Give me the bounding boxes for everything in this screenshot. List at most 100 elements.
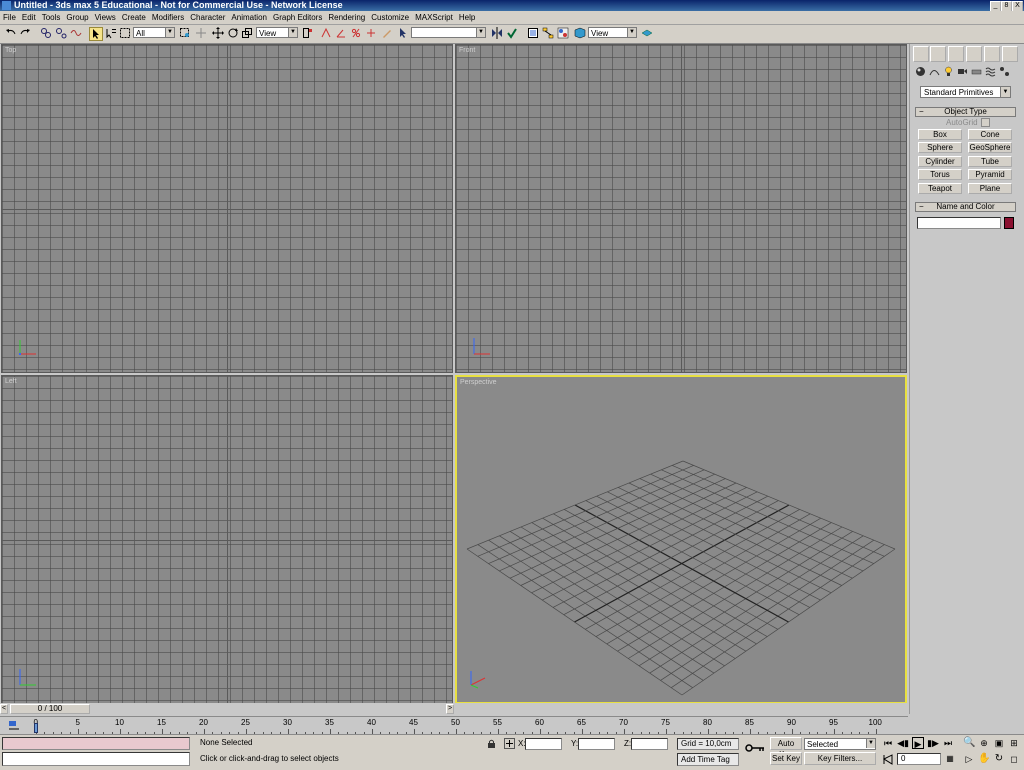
timeline-ruler[interactable]: 0510152025303540455055606570758085909510… [34, 717, 882, 735]
cameras-icon[interactable] [957, 66, 968, 77]
menu-rendering[interactable]: Rendering [325, 11, 368, 24]
current-frame-input[interactable]: 0 [897, 753, 941, 765]
menu-views[interactable]: Views [92, 11, 119, 24]
set-key-button[interactable]: Set Key [770, 752, 802, 765]
object-category-dropdown[interactable]: Standard Primitives ▼ [920, 86, 1011, 98]
maxscript-listener-pink[interactable] [2, 737, 190, 750]
menu-customize[interactable]: Customize [368, 11, 412, 24]
material-editor-icon[interactable] [557, 27, 569, 39]
quick-render-icon[interactable] [641, 27, 653, 39]
cylinder-button[interactable]: Cylinder [918, 156, 962, 167]
select-object-icon[interactable] [89, 27, 103, 41]
select-link-icon[interactable] [40, 27, 52, 39]
window-crossing-icon[interactable] [179, 27, 191, 39]
pan-icon[interactable]: ✋ [978, 753, 990, 765]
hierarchy-tab-icon[interactable] [948, 46, 964, 62]
teapot-button[interactable]: Teapot [918, 183, 962, 194]
pivot-center-icon[interactable] [302, 27, 314, 39]
next-frame-icon[interactable]: ▮▶ [927, 737, 939, 749]
lights-icon[interactable] [943, 66, 954, 77]
rectangular-selection-icon[interactable] [119, 27, 131, 39]
render-type-dropdown[interactable]: View ▼ [588, 27, 637, 38]
time-slider-prev-icon[interactable]: < [0, 704, 8, 714]
object-type-rollout[interactable]: − Object Type [915, 107, 1016, 117]
scale-icon[interactable] [241, 27, 253, 39]
menu-character[interactable]: Character [187, 11, 228, 24]
name-and-color-rollout[interactable]: − Name and Color [915, 202, 1016, 212]
spinner-snap-icon[interactable] [365, 27, 377, 39]
front-viewport[interactable]: Front [455, 44, 907, 373]
maximize-viewport-icon[interactable]: ◻ [1008, 753, 1020, 765]
x-coord-input[interactable] [525, 738, 562, 750]
track-view-icon[interactable] [527, 27, 539, 39]
key-icon[interactable] [745, 743, 765, 753]
geosphere-button[interactable]: GeoSphere [968, 142, 1012, 153]
key-mode-toggle-icon[interactable] [882, 754, 894, 765]
menu-modifiers[interactable]: Modifiers [149, 11, 187, 24]
current-frame-marker[interactable] [34, 723, 38, 733]
menu-tools[interactable]: Tools [39, 11, 64, 24]
tube-button[interactable]: Tube [968, 156, 1012, 167]
helpers-icon[interactable] [971, 66, 982, 77]
unlink-icon[interactable] [55, 27, 67, 39]
torus-button[interactable]: Torus [918, 169, 962, 180]
motion-tab-icon[interactable] [966, 46, 982, 62]
menu-graph-editors[interactable]: Graph Editors [270, 11, 325, 24]
render-scene-icon[interactable] [574, 27, 586, 39]
plane-button[interactable]: Plane [968, 183, 1012, 194]
edit-named-selection-icon[interactable] [381, 27, 393, 39]
rotate-icon[interactable] [227, 27, 239, 39]
autogrid-checkbox[interactable] [981, 118, 990, 127]
zoom-extents-icon[interactable]: ▣ [993, 737, 1005, 749]
left-viewport[interactable]: Left [1, 375, 453, 704]
modify-tab-icon[interactable] [930, 46, 946, 62]
menu-group[interactable]: Group [63, 11, 91, 24]
undo-icon[interactable] [5, 27, 17, 39]
box-button[interactable]: Box [918, 129, 962, 140]
go-to-start-icon[interactable]: ⏮ [882, 737, 894, 749]
space-warps-icon[interactable] [985, 66, 996, 77]
time-slider-thumb[interactable]: 0 / 100 [10, 704, 90, 714]
add-time-tag-button[interactable]: Add Time Tag [677, 753, 739, 766]
previous-frame-icon[interactable]: ◀▮ [897, 737, 909, 749]
menu-edit[interactable]: Edit [19, 11, 39, 24]
viewport-label-front[interactable]: Front [459, 47, 475, 54]
go-to-end-icon[interactable]: ⏭ [942, 737, 954, 749]
track-bar[interactable]: 0510152025303540455055606570758085909510… [0, 716, 908, 735]
snap-toggle-icon[interactable] [320, 27, 332, 39]
create-tab-icon[interactable] [913, 46, 929, 62]
select-manipulate-icon[interactable] [195, 27, 207, 39]
pyramid-button[interactable]: Pyramid [968, 169, 1012, 180]
sphere-button[interactable]: Sphere [918, 142, 962, 153]
display-tab-icon[interactable] [984, 46, 1000, 62]
key-filters-button[interactable]: Key Filters... [804, 752, 876, 765]
absolute-relative-toggle-icon[interactable] [504, 738, 515, 749]
named-selection-set-dropdown[interactable]: ▼ [411, 27, 486, 38]
selection-filter-dropdown[interactable]: All ▼ [133, 27, 175, 38]
auto-key-button[interactable]: Auto Key [770, 737, 802, 759]
cone-button[interactable]: Cone [968, 129, 1012, 140]
arc-rotate-icon[interactable]: ↻ [993, 753, 1005, 765]
perspective-viewport[interactable]: Perspective [455, 375, 907, 704]
menu-create[interactable]: Create [119, 11, 149, 24]
angle-snap-icon[interactable] [335, 27, 347, 39]
viewport-label-top[interactable]: Top [5, 47, 16, 54]
percent-snap-icon[interactable] [350, 27, 362, 39]
move-icon[interactable] [212, 27, 224, 39]
object-name-input[interactable] [917, 217, 1001, 229]
time-slider-next-icon[interactable]: > [446, 704, 454, 714]
viewport-label-left[interactable]: Left [5, 378, 17, 385]
schematic-view-icon[interactable] [542, 27, 554, 39]
align-icon[interactable] [506, 27, 518, 39]
redo-icon[interactable] [19, 27, 31, 39]
field-of-view-icon[interactable]: ▷ [963, 753, 975, 765]
geometry-icon[interactable] [915, 66, 926, 77]
lock-icon[interactable] [487, 739, 496, 749]
menu-help[interactable]: Help [456, 11, 478, 24]
menu-animation[interactable]: Animation [228, 11, 270, 24]
zoom-extents-all-icon[interactable]: ⊞ [1008, 737, 1020, 749]
time-configuration-icon[interactable]: ▦ [944, 753, 956, 765]
key-mode-dropdown[interactable]: Selected ▼ [804, 738, 876, 750]
utilities-tab-icon[interactable] [1002, 46, 1018, 62]
play-icon[interactable]: ▶ [912, 737, 924, 749]
